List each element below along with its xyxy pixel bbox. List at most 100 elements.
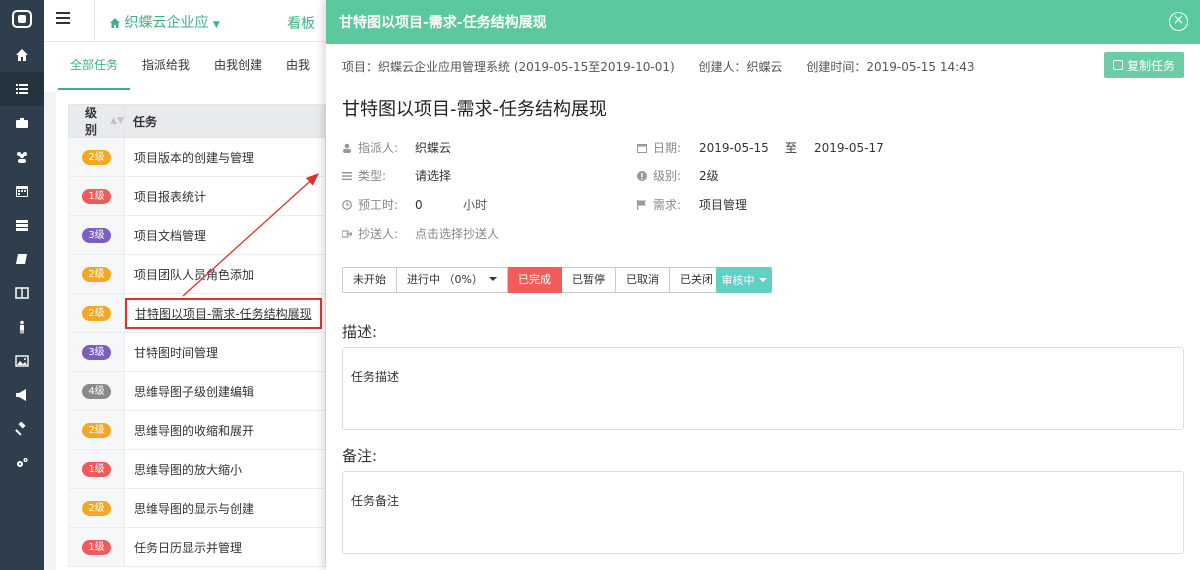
table-row[interactable]: 2级 思维导图的显示与创建 [68,489,326,528]
home-icon [110,18,120,28]
columns-icon[interactable] [0,276,44,310]
status-done-button[interactable]: 已完成 [507,267,562,293]
app-logo[interactable] [0,0,44,38]
task-cell[interactable]: 项目版本的创建与管理 [125,138,325,176]
tab-assigned-to-me[interactable]: 指派给我 [130,42,202,90]
task-list-icon[interactable] [0,72,44,106]
book-icon[interactable] [0,242,44,276]
user-icon [343,143,351,153]
level-badge: 2级 [82,500,111,516]
task-name[interactable]: 项目版本的创建与管理 [134,149,254,166]
task-cell[interactable]: 甘特图时间管理 [125,333,325,371]
level-badge: 1级 [82,188,111,204]
task-name[interactable]: 项目团队人员角色添加 [134,266,254,283]
alert-icon [637,171,647,181]
sort-icon[interactable]: ▲▼ [110,116,124,126]
megaphone-icon[interactable] [0,378,44,412]
table-row[interactable]: 1级 任务日历显示并管理 [68,528,326,567]
task-cell[interactable]: 甘特图以项目-需求-任务结构展现 [125,294,325,332]
table-row[interactable]: 2级 项目版本的创建与管理 [68,138,326,177]
table-row[interactable]: 2级 甘特图以项目-需求-任务结构展现 [68,294,326,333]
task-name[interactable]: 项目文档管理 [134,227,206,244]
calendar-icon[interactable] [0,174,44,208]
task-name[interactable]: 甘特图以项目-需求-任务结构展现 [125,297,322,329]
task-title: 甘特图以项目-需求-任务结构展现 [342,99,607,120]
table-row[interactable]: 3级 项目文档管理 [68,216,326,255]
close-icon[interactable]: × [1169,12,1188,31]
level-value[interactable]: 2级 [699,167,719,184]
description-heading: 描述: [342,323,378,341]
table-row[interactable]: 1级 思维导图的放大缩小 [68,450,326,489]
server-icon[interactable] [0,208,44,242]
left-nav-sidebar [0,0,44,570]
level-cell: 3级 [69,216,125,254]
date-end[interactable]: 2019-05-17 [814,141,884,155]
table-row[interactable]: 1级 项目报表统计 [68,177,326,216]
settings-icon[interactable] [0,446,44,480]
menu-toggle-icon[interactable] [56,12,70,26]
description-textarea[interactable]: 任务描述 [342,347,1184,430]
tab-by-me[interactable]: 由我 [274,42,322,90]
briefcase-icon[interactable] [0,106,44,140]
date-start[interactable]: 2019-05-15 [699,141,785,155]
requirement-field: 需求: 项目管理 [637,196,747,213]
gavel-icon[interactable] [0,412,44,446]
table-row[interactable]: 2级 思维导图的收缩和展开 [68,411,326,450]
type-select[interactable]: 请选择 [415,167,451,184]
task-cell[interactable]: 思维导图的显示与创建 [125,489,325,527]
task-cell[interactable]: 任务日历显示并管理 [125,528,325,566]
image-icon[interactable] [0,344,44,378]
task-cell[interactable]: 思维导图子级创建编辑 [125,372,325,410]
notes-textarea[interactable]: 任务备注 [342,471,1184,554]
task-name[interactable]: 思维导图子级创建编辑 [134,383,254,400]
task-name[interactable]: 甘特图时间管理 [134,344,218,361]
copy-task-button[interactable]: 复制任务 [1104,52,1184,78]
level-cell: 2级 [69,294,125,332]
task-cell[interactable]: 思维导图的放大缩小 [125,450,325,488]
task-cell[interactable]: 思维导图的收缩和展开 [125,411,325,449]
task-cell[interactable]: 项目文档管理 [125,216,325,254]
meta-project: 项目：织蝶云企业应用管理系统 (2019-05-15至2019-10-01) [342,60,675,74]
person-icon[interactable] [0,310,44,344]
status-in-progress-button[interactable]: 进行中 （0%） [397,267,508,293]
home-icon[interactable] [0,38,44,72]
level-badge: 2级 [82,149,111,165]
review-dropdown-button[interactable]: 审核中 [716,267,772,293]
level-cell: 1级 [69,528,125,566]
table-row[interactable]: 3级 甘特图时间管理 [68,333,326,372]
task-name[interactable]: 思维导图的收缩和展开 [134,422,254,439]
list-icon [342,172,352,181]
requirement-value[interactable]: 项目管理 [699,196,747,213]
date-field: 日期: 2019-05-15 至 2019-05-17 [637,139,884,156]
level-cell: 1级 [69,177,125,215]
task-name[interactable]: 项目报表统计 [134,188,206,205]
level-cell: 4级 [69,372,125,410]
status-paused-button[interactable]: 已暂停 [561,267,616,293]
assignee-value[interactable]: 织蝶云 [415,139,451,156]
status-not-started-button[interactable]: 未开始 [342,267,397,293]
notes-heading: 备注: [342,447,378,465]
hours-input[interactable]: 0 [415,198,463,212]
level-cell: 3级 [69,333,125,371]
task-name[interactable]: 思维导图的放大缩小 [134,461,242,478]
level-cell: 2级 [69,138,125,176]
calendar-icon [637,144,647,153]
task-detail-panel: 甘特图以项目-需求-任务结构展现 × 项目：织蝶云企业应用管理系统 (2019-… [326,0,1200,570]
users-icon[interactable] [0,140,44,174]
task-cell[interactable]: 项目团队人员角色添加 [125,255,325,293]
cc-field: 抄送人: 点击选择抄送人 [341,225,499,242]
tab-all-tasks[interactable]: 全部任务 [58,42,131,90]
status-cancelled-button[interactable]: 已取消 [615,267,670,293]
cc-picker[interactable]: 点击选择抄送人 [415,225,499,242]
level-column-header[interactable]: 级别 ▲▼ [69,105,125,137]
task-cell[interactable]: 项目报表统计 [125,177,325,215]
kanban-link[interactable]: 看板 [287,13,315,33]
table-row[interactable]: 2级 项目团队人员角色添加 [68,255,326,294]
task-name[interactable]: 任务日历显示并管理 [134,539,242,556]
project-selector[interactable]: 织蝶云企业应 ▼ [110,12,220,32]
task-name[interactable]: 思维导图的显示与创建 [134,500,254,517]
level-field: 级别: 2级 [637,167,719,184]
tab-created-by-me[interactable]: 由我创建 [202,42,274,90]
table-row[interactable]: 4级 思维导图子级创建编辑 [68,372,326,411]
level-badge: 2级 [82,422,111,438]
